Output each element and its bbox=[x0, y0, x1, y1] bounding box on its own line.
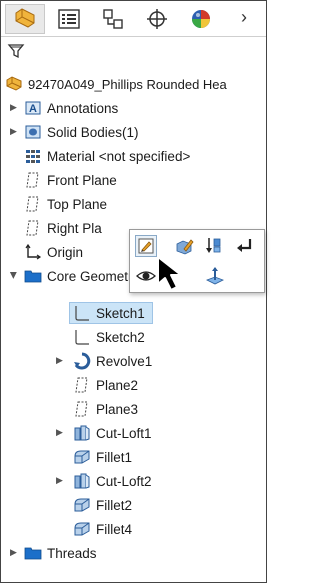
displaymanager-tab[interactable] bbox=[181, 4, 221, 34]
sketch-icon bbox=[73, 304, 91, 322]
edit-sketch-icon bbox=[138, 238, 154, 254]
tree-item-solid-bodies[interactable]: Solid Bodies(1) bbox=[24, 121, 139, 143]
tree-item-fillet2[interactable]: Fillet2 bbox=[73, 494, 132, 516]
solid-bodies-folder-icon bbox=[24, 123, 42, 141]
expand-caret[interactable]: ▶ bbox=[10, 126, 17, 137]
plane-icon bbox=[73, 376, 91, 394]
hide-show-button[interactable] bbox=[135, 265, 157, 287]
dimxpertmanager-tab[interactable] bbox=[137, 4, 177, 34]
tree-item-material[interactable]: Material <not specified> bbox=[24, 145, 190, 167]
expand-caret[interactable]: ▶ bbox=[56, 355, 63, 366]
tree-item-threads[interactable]: Threads bbox=[24, 542, 97, 564]
plane-icon bbox=[24, 171, 42, 189]
plane-icon bbox=[24, 195, 42, 213]
cut-loft-icon bbox=[73, 472, 91, 490]
tree-item-cut-loft2[interactable]: Cut-Loft2 bbox=[73, 470, 152, 492]
featuremanager-icon bbox=[15, 8, 35, 28]
revolve-icon bbox=[73, 352, 91, 370]
normal-to-icon bbox=[206, 267, 224, 285]
expand-caret[interactable]: ▶ bbox=[56, 427, 63, 438]
configurationmanager-icon bbox=[103, 9, 123, 29]
configurationmanager-tab[interactable] bbox=[93, 4, 133, 34]
cut-loft-icon bbox=[73, 424, 91, 442]
manager-toolbar: › bbox=[1, 1, 266, 37]
sketch-icon bbox=[73, 328, 91, 346]
dimxpertmanager-icon bbox=[147, 9, 167, 29]
parent-child-button[interactable] bbox=[234, 235, 256, 257]
edit-feature-icon bbox=[176, 239, 194, 255]
fillet-icon bbox=[73, 448, 91, 466]
rollback-icon bbox=[206, 238, 221, 253]
tree-item-plane2[interactable]: Plane2 bbox=[73, 374, 138, 396]
tree-item-fillet4[interactable]: Fillet4 bbox=[73, 518, 132, 540]
mouse-cursor-icon bbox=[157, 256, 182, 291]
featuremanager-panel: › 92470A049_Phillips Rounded Hea ▶ A Ann… bbox=[0, 0, 267, 583]
tree-item-annotations[interactable]: A Annotations bbox=[24, 97, 118, 119]
folder-icon bbox=[24, 267, 42, 285]
tree-item-plane3[interactable]: Plane3 bbox=[73, 398, 138, 420]
propertymanager-icon bbox=[58, 9, 80, 29]
origin-icon bbox=[24, 243, 42, 261]
tree-root-label: 92470A049_Phillips Rounded Hea bbox=[28, 76, 227, 92]
fillet-icon bbox=[73, 496, 91, 514]
return-arrow-icon bbox=[237, 239, 252, 252]
svg-text:A: A bbox=[29, 103, 37, 115]
expand-caret[interactable]: ▶ bbox=[10, 547, 17, 558]
collapse-caret[interactable]: ▶ bbox=[8, 272, 19, 279]
plane-icon bbox=[73, 400, 91, 418]
part-icon bbox=[5, 75, 23, 93]
tree-item-sketch1[interactable]: Sketch1 bbox=[73, 302, 145, 324]
tree-item-core-geometry[interactable]: Core Geometry bbox=[24, 265, 139, 287]
rollback-button[interactable] bbox=[204, 235, 226, 257]
fillet-icon bbox=[73, 520, 91, 538]
edit-sketch-button[interactable] bbox=[135, 235, 157, 257]
tree-item-sketch2[interactable]: Sketch2 bbox=[73, 326, 145, 348]
tree-item-origin[interactable]: Origin bbox=[24, 241, 83, 263]
featuremanager-tab[interactable] bbox=[5, 4, 45, 34]
folder-icon bbox=[24, 544, 42, 562]
tree-item-top-plane[interactable]: Top Plane bbox=[24, 193, 107, 215]
eye-icon bbox=[136, 271, 156, 281]
filter-button[interactable] bbox=[7, 42, 27, 62]
propertymanager-tab[interactable] bbox=[49, 4, 89, 34]
normal-to-button[interactable] bbox=[204, 265, 226, 287]
annotations-icon: A bbox=[24, 99, 42, 117]
tree-item-fillet1[interactable]: Fillet1 bbox=[73, 446, 132, 468]
expand-caret[interactable]: ▶ bbox=[56, 475, 63, 486]
tree-item-front-plane[interactable]: Front Plane bbox=[24, 169, 117, 191]
tree-root[interactable]: 92470A049_Phillips Rounded Hea bbox=[5, 73, 227, 95]
tree-item-cut-loft1[interactable]: Cut-Loft1 bbox=[73, 422, 152, 444]
displaymanager-icon bbox=[192, 10, 210, 28]
more-tabs-arrow[interactable]: › bbox=[241, 7, 247, 28]
plane-icon bbox=[24, 219, 42, 237]
tree-item-right-plane[interactable]: Right Pla bbox=[24, 217, 102, 239]
context-toolbar bbox=[129, 229, 265, 293]
material-icon bbox=[24, 147, 42, 165]
tree-item-revolve1[interactable]: Revolve1 bbox=[73, 350, 152, 372]
expand-caret[interactable]: ▶ bbox=[10, 102, 17, 113]
filter-icon bbox=[7, 44, 25, 59]
